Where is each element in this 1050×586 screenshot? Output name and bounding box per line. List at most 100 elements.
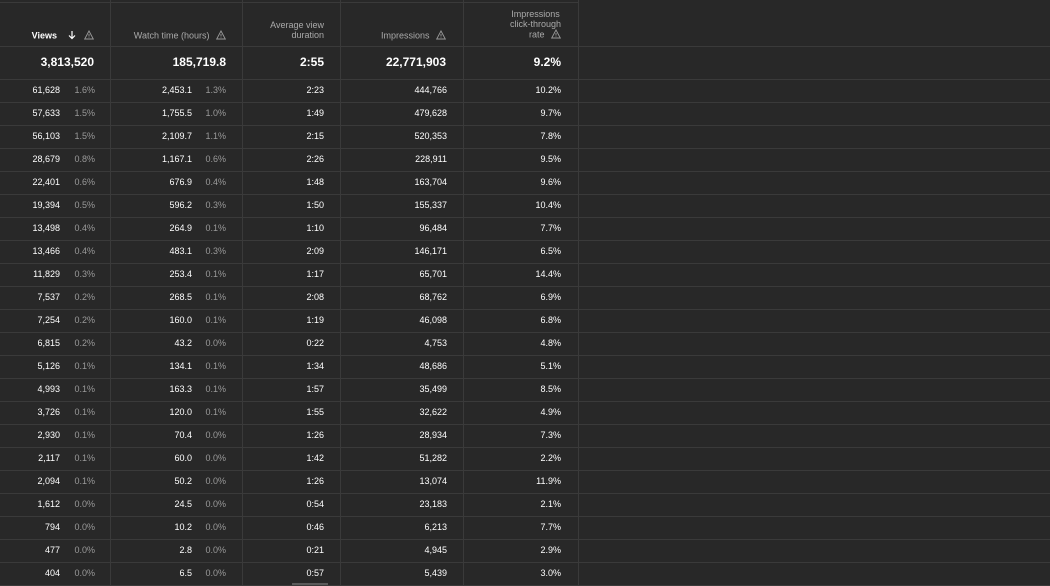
table-row[interactable]: 61,628 1.6% 2,453.1 1.3% 2:23 444,766 10.2%	[0, 79, 1050, 102]
table-row[interactable]: 2,930 0.1% 70.4 0.0% 1:26 28,934 7.3%	[0, 424, 1050, 447]
cell-ctr: 8.5%	[540, 384, 561, 394]
cell-impressions: 444,766	[414, 85, 447, 95]
table-row[interactable]: 22,401 0.6% 676.9 0.4% 1:48 163,704 9.6%	[0, 171, 1050, 194]
cell-impressions: 13,074	[419, 476, 447, 486]
cell-watch-time-pct: 0.1%	[205, 292, 226, 302]
header-impressions[interactable]: Impressions	[381, 30, 447, 42]
cell-watch-time-pct: 0.0%	[205, 522, 226, 532]
cell-impressions: 68,762	[419, 292, 447, 302]
table-row[interactable]: 7,254 0.2% 160.0 0.1% 1:19 46,098 6.8%	[0, 309, 1050, 332]
table-row[interactable]: 404 0.0% 6.5 0.0% 0:57 5,439 3.0%	[0, 562, 1050, 585]
cell-views-pct: 0.5%	[74, 200, 95, 210]
cell-watch-time: 43.2	[174, 338, 192, 348]
cell-views-pct: 1.6%	[74, 85, 95, 95]
cell-views-pct: 0.6%	[74, 177, 95, 187]
cell-views: 2,930	[37, 430, 60, 440]
cell-watch-time-pct: 0.1%	[205, 269, 226, 279]
header-views[interactable]: Views	[32, 30, 95, 42]
cell-views-pct: 0.3%	[74, 269, 95, 279]
cell-watch-time-pct: 0.0%	[205, 476, 226, 486]
cell-views: 6,815	[37, 338, 60, 348]
cell-ctr: 10.2%	[535, 85, 561, 95]
header-avg-view-duration[interactable]: Average view duration	[270, 20, 324, 40]
cell-impressions: 32,622	[419, 407, 447, 417]
cell-ctr: 3.0%	[540, 568, 561, 578]
table-row[interactable]: 56,103 1.5% 2,109.7 1.1% 2:15 520,353 7.8%	[0, 125, 1050, 148]
cell-ctr: 9.6%	[540, 177, 561, 187]
cell-ctr: 4.9%	[540, 407, 561, 417]
cell-watch-time: 253.4	[169, 269, 192, 279]
cell-watch-time: 268.5	[169, 292, 192, 302]
cell-impressions: 155,337	[414, 200, 447, 210]
table-row[interactable]: 477 0.0% 2.8 0.0% 0:21 4,945 2.9%	[0, 539, 1050, 562]
cell-ctr: 9.7%	[540, 108, 561, 118]
cell-views-pct: 0.2%	[74, 315, 95, 325]
table-row[interactable]: 13,466 0.4% 483.1 0.3% 2:09 146,171 6.5%	[0, 240, 1050, 263]
cell-views-pct: 0.2%	[74, 292, 95, 302]
cell-views-pct: 0.1%	[74, 384, 95, 394]
cell-views: 7,537	[37, 292, 60, 302]
cell-watch-time-pct: 1.3%	[205, 85, 226, 95]
header-watch-time-label: Watch time (hours)	[133, 30, 210, 41]
cell-watch-time-pct: 0.0%	[205, 499, 226, 509]
cell-impressions: 146,171	[414, 246, 447, 256]
cell-avg-view-duration: 0:46	[306, 522, 324, 532]
table-row[interactable]: 1,612 0.0% 24.5 0.0% 0:54 23,183 2.1%	[0, 493, 1050, 516]
warning-triangle-icon[interactable]	[550, 29, 562, 41]
table-row[interactable]: 4,993 0.1% 163.3 0.1% 1:57 35,499 8.5%	[0, 378, 1050, 401]
cell-watch-time-pct: 0.0%	[205, 545, 226, 555]
cell-views-pct: 0.1%	[74, 453, 95, 463]
cell-avg-view-duration: 2:08	[306, 292, 324, 302]
table-row[interactable]: 57,633 1.5% 1,755.5 1.0% 1:49 479,628 9.7%	[0, 102, 1050, 125]
table-row[interactable]: 3,726 0.1% 120.0 0.1% 1:55 32,622 4.9%	[0, 401, 1050, 424]
table-row[interactable]: 794 0.0% 10.2 0.0% 0:46 6,213 7.7%	[0, 516, 1050, 539]
total-impressions: 22,771,903	[385, 55, 446, 69]
cell-views: 57,633	[32, 108, 60, 118]
table-row[interactable]: 5,126 0.1% 134.1 0.1% 1:34 48,686 5.1%	[0, 355, 1050, 378]
cell-watch-time: 1,167.1	[161, 154, 192, 164]
cell-watch-time: 24.5	[174, 499, 192, 509]
cell-impressions: 163,704	[414, 177, 447, 187]
table-row[interactable]: 19,394 0.5% 596.2 0.3% 1:50 155,337 10.4%	[0, 194, 1050, 217]
cell-impressions: 65,701	[419, 269, 447, 279]
cell-watch-time: 483.1	[169, 246, 192, 256]
cell-views: 56,103	[32, 131, 60, 141]
header-ctr-line3: rate	[528, 29, 545, 40]
cell-avg-view-duration: 2:26	[306, 154, 324, 164]
cell-watch-time-pct: 0.0%	[205, 453, 226, 463]
table-row[interactable]: 13,498 0.4% 264.9 0.1% 1:10 96,484 7.7%	[0, 217, 1050, 240]
total-avg-view-duration: 2:55	[299, 55, 324, 69]
cell-ctr: 2.9%	[540, 545, 561, 555]
header-ctr[interactable]: Impressions click-through rate	[510, 9, 562, 41]
table-row[interactable]: 2,117 0.1% 60.0 0.0% 1:42 51,282 2.2%	[0, 447, 1050, 470]
cell-avg-view-duration: 1:48	[306, 177, 324, 187]
cell-avg-view-duration: 2:23	[306, 85, 324, 95]
table-row[interactable]: 6,815 0.2% 43.2 0.0% 0:22 4,753 4.8%	[0, 332, 1050, 355]
cell-avg-view-duration: 2:15	[306, 131, 324, 141]
warning-triangle-icon[interactable]	[215, 30, 227, 42]
cell-ctr: 6.5%	[540, 246, 561, 256]
cell-ctr: 7.3%	[540, 430, 561, 440]
cell-views-pct: 0.1%	[74, 476, 95, 486]
cell-views-pct: 0.1%	[74, 430, 95, 440]
cell-watch-time-pct: 0.1%	[205, 407, 226, 417]
table-row[interactable]: 2,094 0.1% 50.2 0.0% 1:26 13,074 11.9%	[0, 470, 1050, 493]
cell-watch-time: 2,109.7	[161, 131, 192, 141]
table-row[interactable]: 11,829 0.3% 253.4 0.1% 1:17 65,701 14.4%	[0, 263, 1050, 286]
arrow-down-icon[interactable]	[67, 30, 77, 42]
cell-views: 28,679	[32, 154, 60, 164]
warning-triangle-icon[interactable]	[435, 30, 447, 42]
table-row[interactable]: 28,679 0.8% 1,167.1 0.6% 2:26 228,911 9.5%	[0, 148, 1050, 171]
cell-impressions: 48,686	[419, 361, 447, 371]
cell-avg-view-duration: 0:21	[306, 545, 324, 555]
warning-triangle-icon[interactable]	[83, 30, 95, 42]
cell-watch-time-pct: 0.4%	[205, 177, 226, 187]
cell-ctr: 2.2%	[540, 453, 561, 463]
cell-avg-view-duration: 1:19	[306, 315, 324, 325]
header-watch-time[interactable]: Watch time (hours)	[133, 30, 227, 42]
cell-avg-view-duration: 1:50	[306, 200, 324, 210]
cell-avg-view-duration: 1:55	[306, 407, 324, 417]
cell-watch-time: 50.2	[174, 476, 192, 486]
cell-watch-time: 70.4	[174, 430, 192, 440]
table-row[interactable]: 7,537 0.2% 268.5 0.1% 2:08 68,762 6.9%	[0, 286, 1050, 309]
